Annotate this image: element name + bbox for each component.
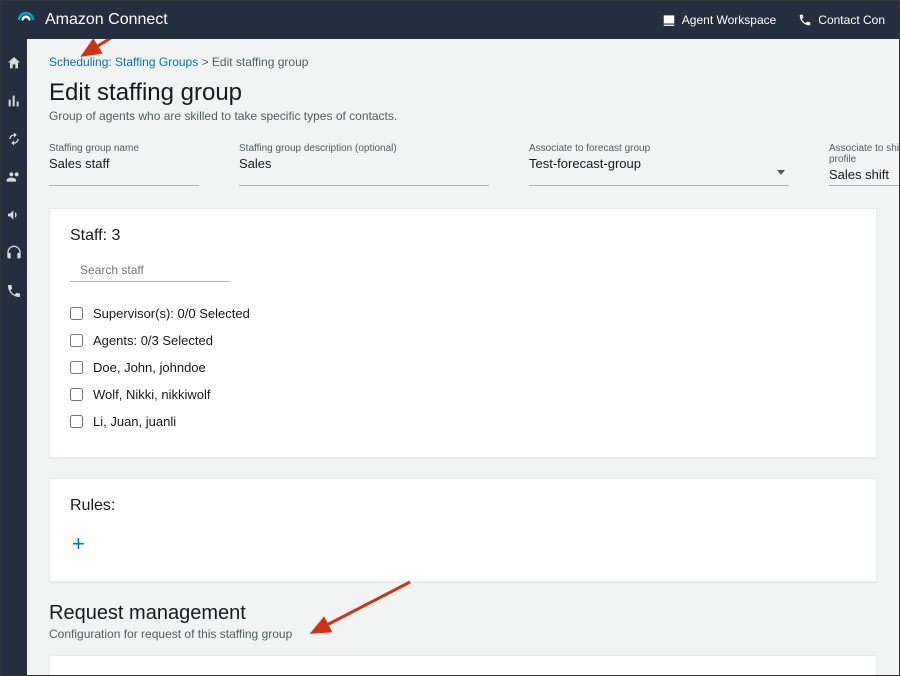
staffing-group-desc-field[interactable]: Staffing group description (optional) Sa… bbox=[239, 143, 489, 186]
page-subtitle: Group of agents who are skilled to take … bbox=[49, 109, 877, 123]
nav-routing-icon[interactable] bbox=[6, 131, 22, 147]
nav-home-icon[interactable] bbox=[6, 55, 22, 71]
app-title: Amazon Connect bbox=[45, 11, 168, 29]
forecast-group-select[interactable]: Associate to forecast group Test-forecas… bbox=[529, 143, 789, 186]
breadcrumb-current: Edit staffing group bbox=[212, 55, 309, 69]
agent-workspace-link[interactable]: Agent Workspace bbox=[662, 13, 777, 27]
staffing-group-name-field[interactable]: Staffing group name Sales staff bbox=[49, 143, 199, 186]
staff-card: Staff: 3 Supervisor(s): 0/0 Selected Age… bbox=[49, 208, 877, 458]
staff-checkbox[interactable] bbox=[70, 388, 83, 401]
supervisors-checkbox[interactable] bbox=[70, 307, 83, 320]
chevron-down-icon bbox=[777, 170, 785, 175]
rules-card: Rules: + bbox=[49, 478, 877, 582]
staff-row[interactable]: Li, Juan, juanli bbox=[70, 408, 856, 435]
staff-row[interactable]: Wolf, Nikki, nikkiwolf bbox=[70, 381, 856, 408]
staff-checkbox[interactable] bbox=[70, 361, 83, 374]
request-management-title: Request management bbox=[49, 602, 877, 625]
request-management-subtitle: Configuration for request of this staffi… bbox=[49, 627, 877, 641]
shift-profile-field[interactable]: Associate to shift profile Sales shift bbox=[829, 143, 899, 186]
nav-analytics-icon[interactable] bbox=[6, 93, 22, 109]
side-nav bbox=[1, 39, 27, 675]
add-rule-button[interactable]: + bbox=[70, 529, 87, 559]
staff-row[interactable]: Doe, John, johndoe bbox=[70, 354, 856, 381]
staff-checkbox[interactable] bbox=[70, 415, 83, 428]
fields-row: Staffing group name Sales staff Staffing… bbox=[49, 143, 877, 186]
page-title: Edit staffing group bbox=[49, 79, 877, 107]
agents-checkbox[interactable] bbox=[70, 334, 83, 347]
nav-users-icon[interactable] bbox=[6, 169, 22, 185]
supervisors-row[interactable]: Supervisor(s): 0/0 Selected bbox=[70, 300, 856, 327]
nav-announce-icon[interactable] bbox=[6, 207, 22, 223]
timeoff-card: Time off: Enable Time off request for th… bbox=[49, 655, 877, 675]
workspace-icon bbox=[662, 13, 676, 27]
main-content: Scheduling: Staffing Groups > Edit staff… bbox=[27, 39, 899, 675]
rules-heading: Rules: bbox=[70, 497, 856, 515]
breadcrumb-link[interactable]: Scheduling: Staffing Groups bbox=[49, 55, 198, 69]
search-staff-input[interactable] bbox=[70, 259, 230, 282]
top-bar: Amazon Connect Agent Workspace Contact C… bbox=[1, 1, 899, 39]
agents-row[interactable]: Agents: 0/3 Selected bbox=[70, 327, 856, 354]
breadcrumb: Scheduling: Staffing Groups > Edit staff… bbox=[49, 55, 877, 69]
timeoff-heading: Time off: bbox=[70, 674, 856, 675]
connect-logo-icon bbox=[15, 9, 37, 31]
contact-control-link[interactable]: Contact Con bbox=[798, 13, 885, 27]
phone-icon bbox=[798, 13, 812, 27]
staff-heading: Staff: 3 bbox=[70, 227, 856, 245]
nav-phone-nav-icon[interactable] bbox=[6, 283, 22, 299]
nav-headset-icon[interactable] bbox=[6, 245, 22, 261]
